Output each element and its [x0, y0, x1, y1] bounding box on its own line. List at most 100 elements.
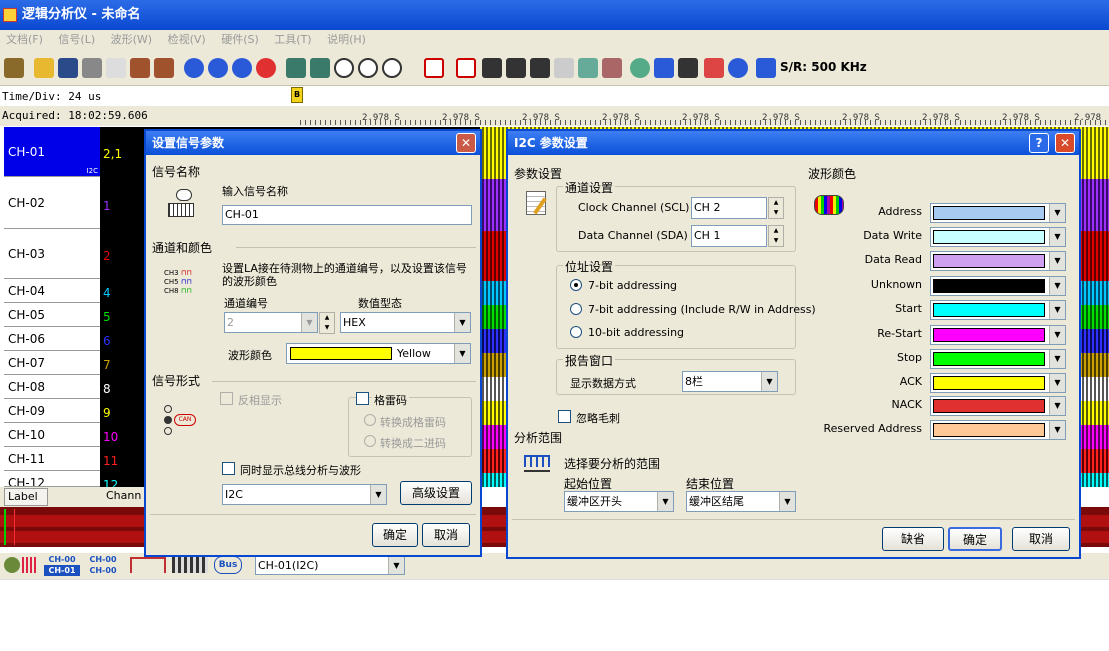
copy-icon[interactable] — [106, 58, 126, 78]
color-select[interactable]: ▼ — [930, 227, 1066, 247]
run-icon[interactable] — [184, 58, 204, 78]
close-icon[interactable]: ✕ — [1055, 133, 1075, 153]
color-select[interactable]: ▼ — [930, 373, 1066, 393]
sda-input[interactable]: CH 1 — [691, 225, 767, 247]
protocol-select[interactable]: I2C ▼ — [222, 484, 387, 505]
end-select[interactable]: 缓冲区结尾 ▼ — [686, 491, 796, 512]
channel-pair-a[interactable]: CH-00 CH-01 — [44, 554, 80, 576]
overview-cursor[interactable] — [14, 509, 15, 545]
channel-item-ch12[interactable]: CH-12 — [4, 471, 100, 487]
help-icon[interactable]: ? — [1029, 133, 1049, 153]
menu-view[interactable]: 检视(V) — [162, 30, 212, 50]
print-icon[interactable] — [82, 58, 102, 78]
bus-setup-icon[interactable] — [4, 557, 20, 573]
menu-file[interactable]: 文档(F) — [0, 30, 49, 50]
channel-item-ch05[interactable]: CH-05 — [4, 303, 100, 327]
channel-item-ch11[interactable]: CH-11 — [4, 447, 100, 471]
ok-button[interactable]: 确定 — [372, 523, 418, 547]
channel-bits-icon[interactable] — [22, 557, 38, 573]
probe-icon[interactable] — [482, 58, 502, 78]
channel-item-ch04[interactable]: CH-04 — [4, 279, 100, 303]
invert-checkbox[interactable] — [220, 392, 233, 405]
cancel-button[interactable]: 取消 — [422, 523, 470, 547]
channel-no-select[interactable]: 2 ▼ — [224, 312, 318, 333]
channel-item-ch02[interactable]: CH-02 — [4, 177, 100, 229]
menu-tools[interactable]: 工具(T) — [268, 30, 317, 50]
gray-code-checkbox[interactable] — [356, 392, 369, 405]
bar-mode-icon[interactable] — [172, 557, 208, 573]
report-select[interactable]: 8栏 ▼ — [682, 371, 778, 392]
save-icon[interactable] — [58, 58, 78, 78]
bus-select[interactable]: CH-01(I2C) ▼ — [255, 556, 405, 575]
run-repeat-icon[interactable] — [208, 58, 228, 78]
channel-item-ch10[interactable]: CH-10 — [4, 423, 100, 447]
zoom-fit-icon[interactable] — [382, 58, 402, 78]
channel-item-ch08[interactable]: CH-08 — [4, 375, 100, 399]
probe2-icon[interactable] — [506, 58, 526, 78]
sample-rate-icon[interactable] — [756, 58, 776, 78]
list-icon[interactable] — [554, 58, 574, 78]
channel-item-ch09[interactable]: CH-09 — [4, 399, 100, 423]
close-icon[interactable]: ✕ — [456, 133, 476, 153]
menu-help[interactable]: 说明(H) — [321, 30, 372, 50]
menu-waveform[interactable]: 波形(W) — [105, 30, 158, 50]
bus-icon[interactable]: Bus — [214, 556, 242, 574]
channel-item-ch06[interactable]: CH-06 — [4, 327, 100, 351]
view-icon[interactable] — [630, 58, 650, 78]
grid-icon[interactable] — [678, 58, 698, 78]
start-select[interactable]: 缓冲区开头 ▼ — [564, 491, 674, 512]
channel-no-spinner[interactable]: ▲ ▼ — [319, 312, 335, 334]
scl-input[interactable]: CH 2 — [691, 197, 767, 219]
marker-b[interactable]: B — [291, 87, 303, 103]
default-button[interactable]: 缺省 — [882, 527, 944, 551]
check-icon[interactable] — [704, 58, 724, 78]
info-icon[interactable] — [728, 58, 748, 78]
addr-7bit-rw-radio[interactable] — [570, 303, 582, 315]
signal-name-input[interactable]: CH-01 — [222, 205, 472, 225]
window-icon[interactable] — [654, 58, 674, 78]
zoom-in-marker-icon[interactable] — [286, 58, 306, 78]
menu-signal[interactable]: 信号(L) — [52, 30, 101, 50]
run-once-icon[interactable] — [232, 58, 252, 78]
bus-icon[interactable] — [602, 58, 622, 78]
ignore-glitch-checkbox[interactable] — [558, 410, 571, 423]
settings-tool-icon[interactable] — [4, 58, 24, 78]
trigger-icon[interactable] — [424, 58, 444, 78]
color-select[interactable]: ▼ — [930, 325, 1066, 345]
addr-10bit-radio[interactable] — [570, 326, 582, 338]
color-select[interactable]: ▼ — [930, 396, 1066, 416]
show-bus-checkbox[interactable] — [222, 462, 235, 475]
zoom-out-icon[interactable] — [358, 58, 378, 78]
to-gray-radio[interactable] — [364, 414, 376, 426]
color-select[interactable]: ▼ — [930, 276, 1066, 296]
channel-pair-b[interactable]: CH-00 CH-00 — [86, 554, 120, 576]
channel-header[interactable]: Chann — [106, 488, 146, 506]
color-select[interactable]: ▼ — [930, 251, 1066, 271]
stop-icon[interactable] — [256, 58, 276, 78]
waveform-mode-icon[interactable] — [130, 557, 166, 573]
to-binary-radio[interactable] — [364, 435, 376, 447]
cancel-button[interactable]: 取消 — [1012, 527, 1070, 551]
zoom-out-marker-icon[interactable] — [310, 58, 330, 78]
scl-spinner[interactable]: ▲ ▼ — [768, 197, 784, 219]
channel-item-ch01[interactable]: CH-01 I2C — [4, 127, 100, 177]
addr-7bit-radio[interactable] — [570, 279, 582, 291]
case-icon[interactable] — [130, 58, 150, 78]
channel-item-ch07[interactable]: CH-07 — [4, 351, 100, 375]
case2-icon[interactable] — [154, 58, 174, 78]
zoom-in-icon[interactable] — [334, 58, 354, 78]
wave-color-select[interactable]: Yellow ▼ — [286, 343, 471, 364]
analysis-icon[interactable] — [578, 58, 598, 78]
ok-button[interactable]: 确定 — [948, 527, 1002, 551]
color-select[interactable]: ▼ — [930, 420, 1066, 440]
label-header[interactable]: Label — [4, 488, 48, 506]
advanced-button[interactable]: 高级设置 — [400, 481, 472, 505]
trigger-level-icon[interactable] — [456, 58, 476, 78]
probe3-icon[interactable] — [530, 58, 550, 78]
value-format-select[interactable]: HEX ▼ — [340, 312, 471, 333]
open-icon[interactable] — [34, 58, 54, 78]
channel-item-ch03[interactable]: CH-03 — [4, 229, 100, 279]
color-select[interactable]: ▼ — [930, 349, 1066, 369]
color-select[interactable]: ▼ — [930, 300, 1066, 320]
overview-cursor[interactable] — [4, 509, 6, 545]
